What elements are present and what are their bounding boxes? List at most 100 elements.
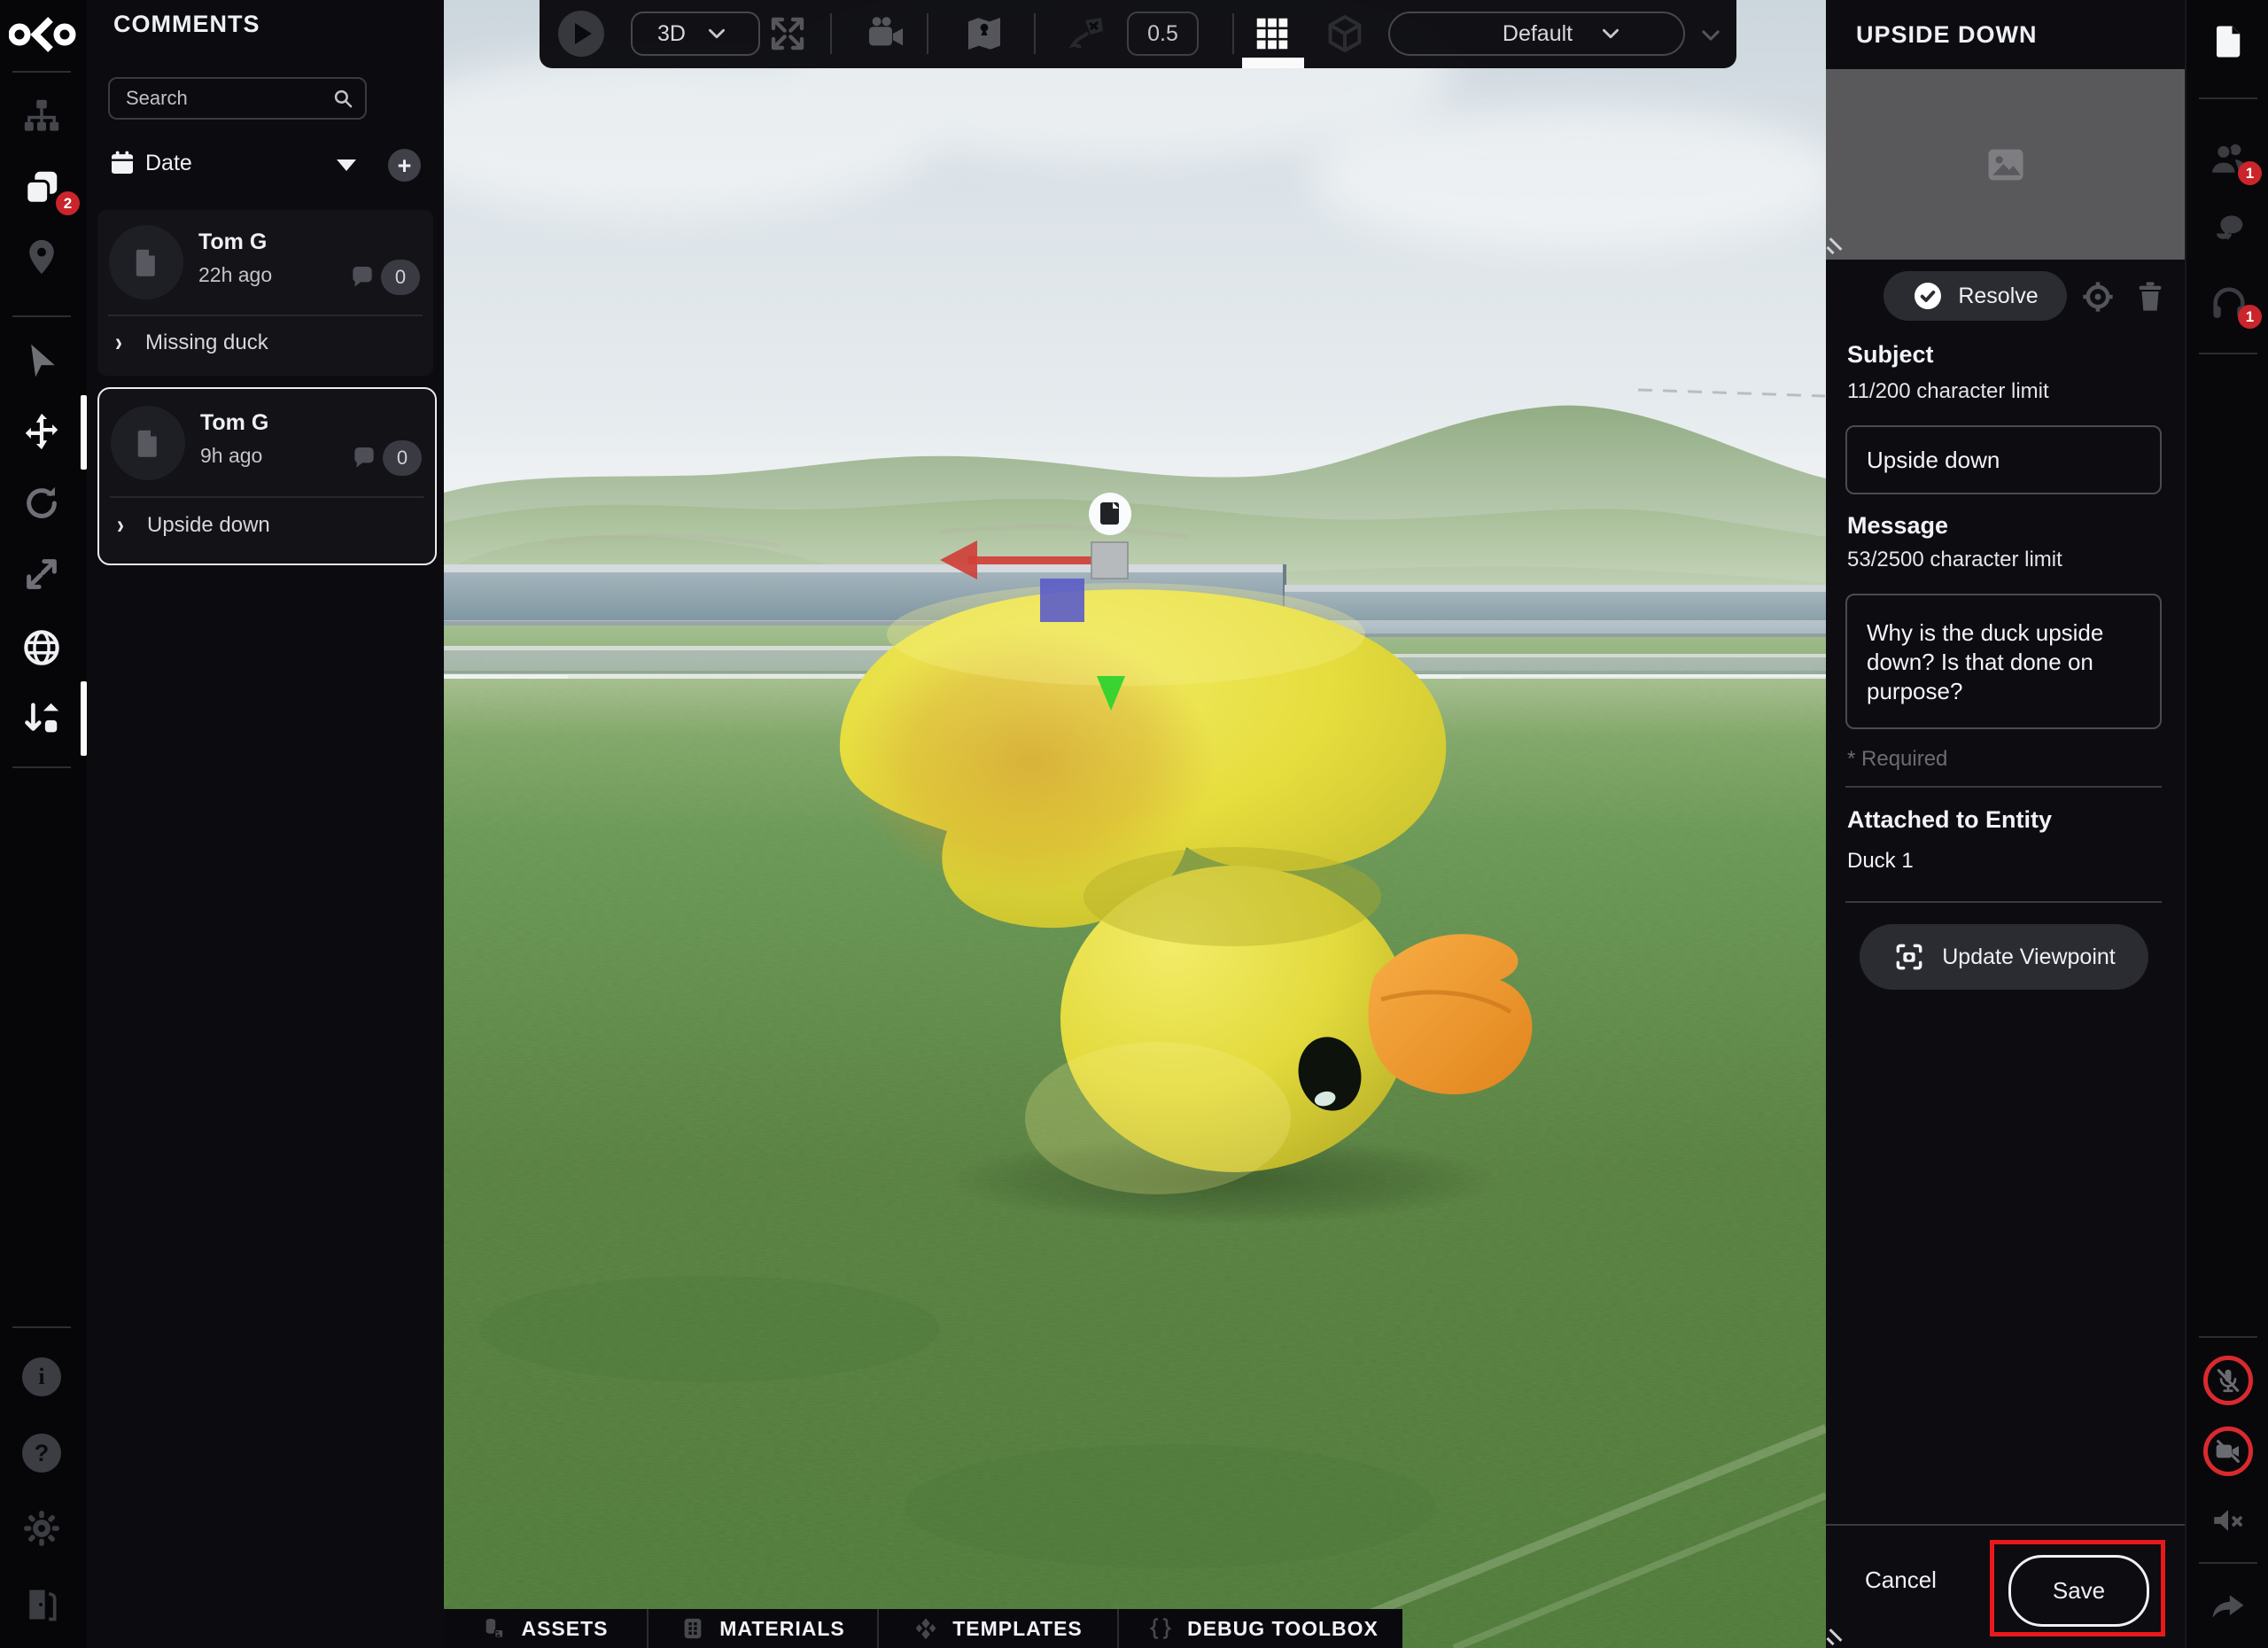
grid-toggle-icon[interactable] [1252, 13, 1293, 54]
viewfinder-camera-icon [1892, 940, 1926, 974]
tab-debug-toolbox[interactable]: DEBUG TOOLBOX [1117, 1609, 1408, 1648]
snap-value-field[interactable]: 0.5 [1127, 12, 1199, 56]
select-tool-icon[interactable] [23, 341, 62, 380]
comment-card[interactable]: Tom G 22h ago 0 › Missing duck [97, 210, 433, 376]
chevron-down-icon [705, 22, 728, 45]
info-icon[interactable]: i [22, 1357, 61, 1396]
attached-entity-label: Attached to Entity [1847, 806, 2052, 834]
rotate-tool-icon[interactable] [21, 483, 62, 524]
tab-assets[interactable]: ASSETS [444, 1609, 647, 1648]
gizmo-x-axis[interactable] [968, 556, 1092, 564]
chat-icon[interactable] [2209, 210, 2249, 251]
bottom-dock: ASSETS MATERIALS TEMPLATES DEBUG TOOLBOX [444, 1609, 1402, 1648]
annotation-highlight-box [1990, 1540, 2165, 1636]
divider [1826, 1524, 2185, 1526]
templates-icon [913, 1616, 938, 1641]
comment-time: 22h ago [198, 263, 272, 287]
subject-char-limit: 11/200 character limit [1847, 379, 2049, 404]
move-tool-active-indicator [81, 395, 87, 470]
gizmo-z-plane-handle[interactable] [1040, 579, 1084, 622]
required-note: * Required [1847, 747, 1947, 772]
chevron-down-icon [1599, 22, 1622, 45]
check-circle-icon [1912, 280, 1944, 312]
oko-logo-icon [9, 14, 76, 55]
comment-card-selected[interactable]: Tom G 9h ago 0 › Upside down [97, 387, 437, 565]
update-viewpoint-label: Update Viewpoint [1942, 944, 2116, 970]
assets-icon [482, 1616, 507, 1641]
fullscreen-icon[interactable] [766, 12, 809, 55]
camera-muted-button[interactable] [2203, 1426, 2253, 1476]
sort-tool-active-indicator [81, 681, 87, 756]
scale-tool-icon[interactable] [21, 554, 62, 595]
add-comment-button[interactable]: + [388, 149, 421, 182]
exit-door-icon[interactable] [22, 1585, 61, 1624]
subject-input[interactable]: Upside down [1845, 425, 2162, 494]
settings-gear-icon[interactable] [22, 1509, 61, 1548]
resolve-button[interactable]: Resolve [1884, 271, 2067, 321]
hierarchy-icon[interactable] [21, 96, 62, 136]
message-textarea[interactable]: Why is the duck upside down? Is that don… [1845, 594, 2162, 729]
divider [2199, 1562, 2257, 1564]
comment-time: 9h ago [200, 444, 262, 468]
avatar [109, 225, 183, 299]
calendar-icon [108, 149, 136, 177]
comment-subject-row[interactable]: › Upside down [117, 513, 270, 538]
grid-active-indicator [1242, 58, 1304, 68]
delete-trash-icon[interactable] [2132, 278, 2168, 314]
help-icon[interactable]: ? [22, 1434, 61, 1473]
comment-subject: Missing duck [145, 330, 268, 355]
preset-value: Default [1503, 21, 1573, 47]
toolbar-collapse-chevron-icon[interactable] [1698, 23, 1723, 48]
people-count-badge: 1 [2238, 161, 2262, 185]
mic-muted-button[interactable] [2203, 1356, 2253, 1405]
divider [12, 315, 71, 317]
cube-toggle-icon[interactable] [1324, 12, 1366, 55]
share-forward-icon[interactable] [2209, 1588, 2248, 1627]
locate-target-icon[interactable] [2079, 278, 2117, 315]
comments-panel: COMMENTS ••• Date + Tom G 22h ago 0 › Mi… [87, 0, 444, 1648]
divider [830, 13, 832, 54]
location-pin-icon[interactable] [21, 237, 62, 277]
resize-handle[interactable] [1828, 1629, 1845, 1646]
divider [108, 315, 423, 316]
app-window: 2 i ? COMMENTS ••• Date + [0, 0, 2268, 1648]
divider [1034, 13, 1036, 54]
scene-render [444, 0, 1826, 1648]
globe-tool-icon[interactable] [21, 627, 62, 668]
camera-icon[interactable] [866, 13, 908, 56]
speaker-muted-icon[interactable] [2210, 1502, 2247, 1539]
preset-dropdown[interactable]: Default [1388, 12, 1685, 56]
tab-materials[interactable]: MATERIALS [647, 1609, 877, 1648]
divider [2199, 97, 2257, 99]
divider [2199, 1336, 2257, 1338]
map-icon[interactable] [963, 12, 1006, 55]
tab-templates[interactable]: TEMPLATES [877, 1609, 1117, 1648]
cancel-button[interactable]: Cancel [1865, 1566, 1937, 1594]
page-icon [132, 427, 164, 459]
chevron-down-icon[interactable] [337, 159, 356, 171]
play-button[interactable] [558, 11, 604, 57]
divider [12, 766, 71, 768]
divider [927, 13, 928, 54]
message-label: Message [1847, 512, 1948, 540]
sort-order-tool-icon[interactable] [21, 698, 62, 739]
gizmo-center-handle[interactable] [1091, 542, 1128, 579]
update-viewpoint-button[interactable]: Update Viewpoint [1860, 924, 2148, 990]
reply-bubble-icon [350, 444, 378, 472]
divider [1845, 901, 2162, 903]
viewport-3d[interactable]: 3D 0.5 Default [444, 0, 1826, 1648]
move-tool-icon[interactable] [21, 411, 62, 452]
document-icon[interactable] [2210, 23, 2248, 60]
chevron-right-icon: › [117, 510, 124, 541]
divider [2199, 353, 2257, 354]
comment-subject-row[interactable]: › Missing duck [115, 330, 268, 355]
mic-off-icon [2214, 1366, 2242, 1395]
image-placeholder-icon [1983, 142, 2029, 188]
view-mode-dropdown[interactable]: 3D [631, 12, 760, 56]
snap-kite-icon[interactable] [1066, 12, 1108, 55]
snap-value: 0.5 [1147, 21, 1178, 47]
play-icon [575, 23, 592, 44]
search-input[interactable] [124, 86, 331, 111]
sort-by-date-dropdown[interactable]: Date [145, 151, 192, 176]
resize-handle[interactable] [1828, 237, 1845, 255]
